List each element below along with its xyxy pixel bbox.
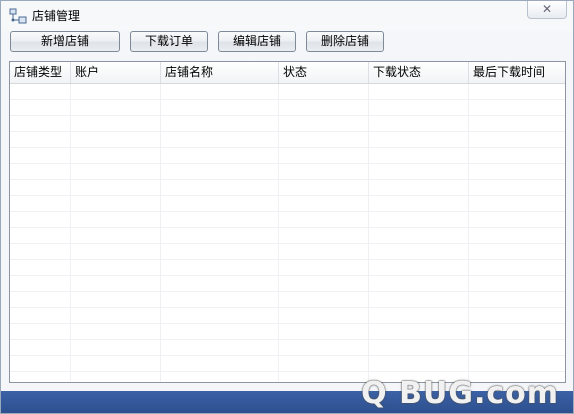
column-divider — [160, 84, 161, 382]
site-watermark-logo: Q BUG.com — [361, 376, 559, 411]
column-header-download-status[interactable]: 下载状态 — [369, 62, 469, 83]
column-header-last-download-time[interactable]: 最后下载时间 — [469, 62, 565, 83]
column-divider — [368, 84, 369, 382]
edit-store-button[interactable]: 编辑店铺 — [218, 31, 296, 52]
column-header-store-type[interactable]: 店铺类型 — [10, 62, 71, 83]
column-divider — [468, 84, 469, 382]
column-header-account[interactable]: 账户 — [71, 62, 161, 83]
column-header-status[interactable]: 状态 — [279, 62, 369, 83]
table-header: 店铺类型 账户 店铺名称 状态 下载状态 最后下载时间 — [10, 62, 565, 84]
close-button[interactable]: ✕ — [527, 1, 567, 19]
toolbar: 新增店铺 下载订单 编辑店铺 删除店铺 — [1, 31, 573, 57]
add-store-button[interactable]: 新增店铺 — [10, 31, 120, 52]
window-title: 店铺管理 — [32, 9, 81, 23]
table-body[interactable] — [10, 84, 565, 382]
delete-store-button[interactable]: 删除店铺 — [306, 31, 384, 52]
column-divider — [70, 84, 71, 382]
store-management-window: 店铺管理 ✕ 新增店铺 下载订单 编辑店铺 删除店铺 店铺类型 账户 店铺名称 … — [0, 0, 574, 414]
download-orders-button[interactable]: 下载订单 — [130, 31, 208, 52]
column-divider — [278, 84, 279, 382]
column-header-store-name[interactable]: 店铺名称 — [161, 62, 279, 83]
close-icon: ✕ — [541, 2, 553, 16]
title-bar: 店铺管理 ✕ — [1, 1, 573, 31]
store-table[interactable]: 店铺类型 账户 店铺名称 状态 下载状态 最后下载时间 — [9, 61, 566, 383]
store-network-icon — [9, 8, 27, 24]
